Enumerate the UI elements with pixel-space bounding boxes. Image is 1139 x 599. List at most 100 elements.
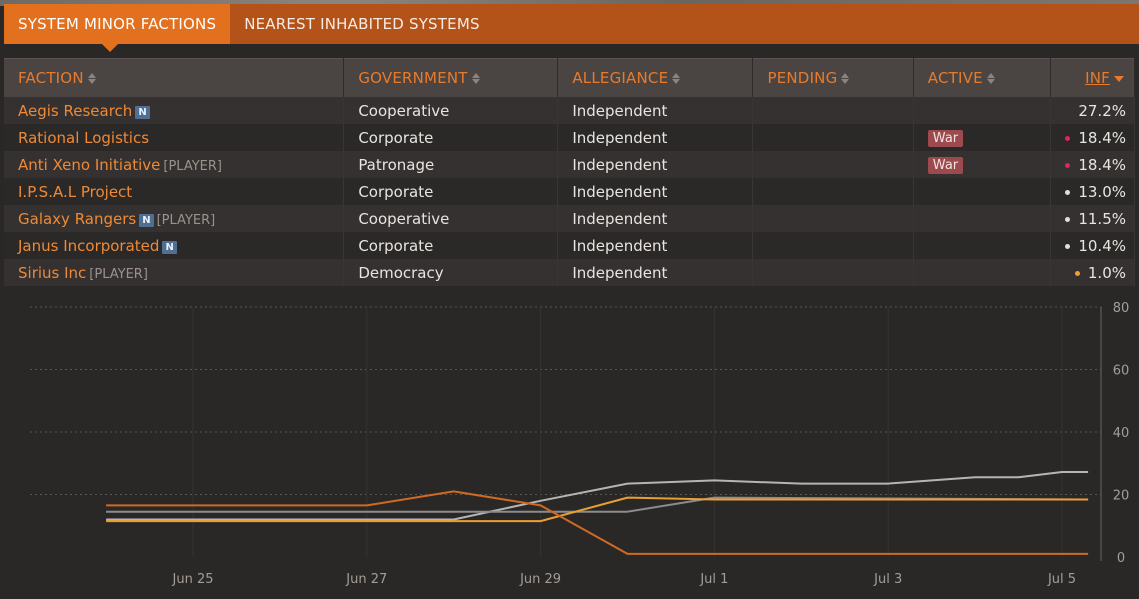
x-tick-label: Jun 25 <box>172 572 214 587</box>
faction-cell: Anti Xeno Initiative [PLAYER] <box>4 151 345 178</box>
government-cell: Corporate <box>343 178 559 205</box>
active-state-cell <box>913 232 1052 259</box>
war-state-badge: War <box>927 157 964 174</box>
active-state-cell <box>913 259 1052 286</box>
table-row[interactable]: Sirius Inc [PLAYER] Democracy Independent 1.… <box>4 259 1135 286</box>
government-cell: Cooperative <box>343 97 559 124</box>
column-header-active[interactable]: ACTIVE <box>913 58 1052 97</box>
government-cell: Corporate <box>343 124 559 151</box>
table-row[interactable]: Rational Logistics Corporate Independent Wa… <box>4 124 1135 151</box>
x-tick-label: Jul 1 <box>699 572 728 587</box>
faction-name-link[interactable]: Janus Incorporated <box>18 237 159 255</box>
column-header-pending[interactable]: PENDING <box>752 58 914 97</box>
influence-cell: 11.5% <box>1050 205 1135 232</box>
influence-value: 27.2% <box>1078 101 1126 120</box>
tab-bar: SYSTEM MINOR FACTIONS NEAREST INHABITED … <box>4 4 1139 52</box>
government-cell: Corporate <box>343 232 559 259</box>
faction-cell: Aegis Research N <box>4 97 345 124</box>
influence-value: 18.4% <box>1078 155 1126 174</box>
influence-value: 13.0% <box>1078 182 1126 201</box>
column-header-allegiance[interactable]: ALLEGIANCE <box>557 58 754 97</box>
pending-state-cell <box>752 232 914 259</box>
faction-cell: Galaxy Rangers N [PLAYER] <box>4 205 345 232</box>
series-line <box>106 496 1089 523</box>
sort-icon <box>471 73 480 84</box>
column-header-government[interactable]: GOVERNMENT <box>343 58 559 97</box>
allegiance-cell: Independent <box>557 97 754 124</box>
influence-value: 1.0% <box>1087 263 1126 282</box>
faction-cell: Rational Logistics <box>4 124 345 151</box>
government-cell: Cooperative <box>343 205 559 232</box>
faction-cell: I.P.S.A.L Project <box>4 178 345 205</box>
series-color-dot <box>1065 216 1071 222</box>
influence-value: 11.5% <box>1078 209 1126 228</box>
x-tick-label: Jun 27 <box>345 572 387 587</box>
player-faction-tag: [PLAYER] <box>156 212 216 228</box>
faction-name-link[interactable]: Sirius Inc <box>18 264 86 282</box>
series-color-dot <box>1065 189 1071 195</box>
table-row[interactable]: Aegis Research N Cooperative Independent 27.… <box>4 97 1135 124</box>
sort-icon <box>986 73 995 84</box>
allegiance-cell: Independent <box>557 151 754 178</box>
tab-system-minor-factions[interactable]: SYSTEM MINOR FACTIONS <box>4 4 231 52</box>
influence-value: 10.4% <box>1078 236 1126 255</box>
faction-name-link[interactable]: I.P.S.A.L Project <box>18 183 132 201</box>
faction-cell: Sirius Inc [PLAYER] <box>4 259 345 286</box>
column-header-label: PENDING <box>767 69 838 87</box>
series-line <box>106 490 1089 555</box>
influence-cell: 13.0% <box>1050 178 1135 205</box>
influence-chart: 0 20 40 60 80 Jun 25 Jun 27 Jun 29 Jul 1 Jul 3 Jul… <box>4 290 1135 595</box>
column-header-label: GOVERNMENT <box>358 69 468 87</box>
column-header-faction[interactable]: FACTION <box>4 58 345 97</box>
column-header-inf[interactable]: INF <box>1050 58 1135 97</box>
influence-cell: 1.0% <box>1050 259 1135 286</box>
tab-nearest-inhabited-systems[interactable]: NEAREST INHABITED SYSTEMS <box>230 4 493 44</box>
column-header-label: FACTION <box>18 69 84 87</box>
x-tick-label: Jul 5 <box>1047 572 1076 587</box>
faction-name-link[interactable]: Rational Logistics <box>18 129 149 147</box>
war-state-badge: War <box>927 130 964 147</box>
sort-desc-icon <box>1114 75 1124 82</box>
column-header-label: ACTIVE <box>927 69 983 87</box>
active-state-cell <box>913 205 1052 232</box>
pending-state-cell <box>752 151 914 178</box>
allegiance-cell: Independent <box>557 178 754 205</box>
series-color-dot <box>1074 270 1080 276</box>
government-cell: Democracy <box>343 259 559 286</box>
table-header-row: FACTION GOVERNMENT ALLEGIANCE PENDING AC… <box>4 58 1135 97</box>
active-state-cell <box>913 178 1052 205</box>
y-tick-label: 20 <box>1113 489 1130 504</box>
pending-state-cell <box>752 178 914 205</box>
faction-name-link[interactable]: Aegis Research <box>18 102 132 120</box>
sort-icon <box>841 73 850 84</box>
pending-state-cell <box>752 97 914 124</box>
active-state-cell: War <box>913 124 1052 151</box>
column-header-label: ALLEGIANCE <box>572 69 669 87</box>
column-header-label: INF <box>1085 69 1110 87</box>
faction-name-link[interactable]: Galaxy Rangers <box>18 210 136 228</box>
player-faction-tag: [PLAYER] <box>89 266 148 282</box>
native-faction-badge: N <box>135 105 150 119</box>
y-tick-label: 0 <box>1117 551 1125 566</box>
table-row[interactable]: Janus Incorporated N Corporate Independent 1… <box>4 232 1135 259</box>
pending-state-cell <box>752 259 914 286</box>
active-state-cell: War <box>913 151 1052 178</box>
pending-state-cell <box>752 205 914 232</box>
pending-state-cell <box>752 124 914 151</box>
faction-cell: Janus Incorporated N <box>4 232 345 259</box>
sort-icon <box>672 73 681 84</box>
factions-table: FACTION GOVERNMENT ALLEGIANCE PENDING AC… <box>4 58 1135 286</box>
government-cell: Patronage <box>343 151 559 178</box>
influence-value: 18.4% <box>1078 128 1126 147</box>
influence-cell: 27.2% <box>1050 97 1135 124</box>
series-color-dot <box>1065 135 1071 141</box>
x-tick-label: Jun 29 <box>519 572 561 587</box>
table-row[interactable]: Anti Xeno Initiative [PLAYER] Patronage Ind… <box>4 151 1135 178</box>
faction-name-link[interactable]: Anti Xeno Initiative <box>18 156 160 174</box>
x-tick-label: Jul 3 <box>873 572 902 587</box>
y-tick-label: 80 <box>1113 301 1130 316</box>
sort-icon <box>87 73 96 84</box>
table-row[interactable]: I.P.S.A.L Project Corporate Independent 13.… <box>4 178 1135 205</box>
table-row[interactable]: Galaxy Rangers N [PLAYER] Cooperative Indepe… <box>4 205 1135 232</box>
y-tick-label: 60 <box>1113 364 1130 379</box>
